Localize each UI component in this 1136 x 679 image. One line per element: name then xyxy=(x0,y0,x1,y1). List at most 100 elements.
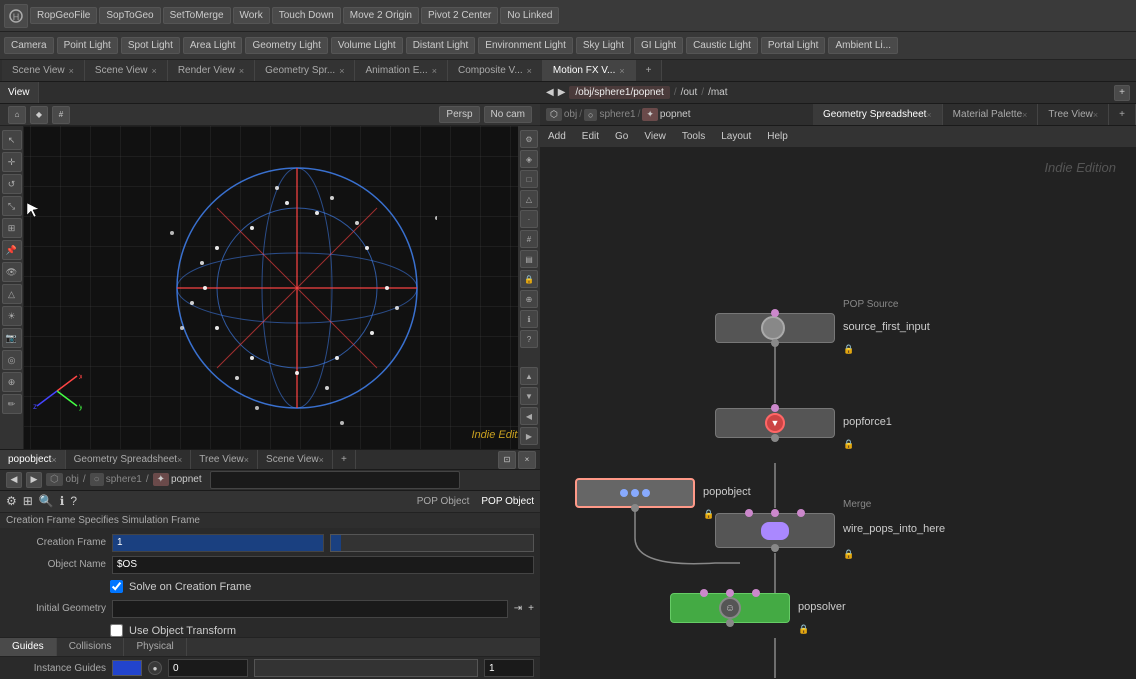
popforce1-output-port[interactable] xyxy=(771,434,779,442)
ng-tab-geosheet[interactable]: Geometry Spreadsheet × xyxy=(813,104,943,125)
nocam-dropdown[interactable]: No cam xyxy=(484,106,532,123)
vrt-grid[interactable]: # xyxy=(520,230,538,248)
merge-input3-port[interactable] xyxy=(797,509,805,517)
instance-guides-end[interactable] xyxy=(484,659,534,677)
portallight-btn[interactable]: Portal Light xyxy=(761,37,826,54)
nodegraph-canvas[interactable]: Indie Edition xyxy=(540,148,1136,679)
menu-go[interactable]: Go xyxy=(615,131,628,142)
bc-sphere1-label[interactable]: sphere1 xyxy=(106,474,142,485)
popobject-output-port[interactable] xyxy=(631,504,639,512)
bc-popnet-label[interactable]: popnet xyxy=(171,474,202,485)
props-match-icon[interactable]: ⊞ xyxy=(23,494,33,508)
instance-guides-dot[interactable]: ● xyxy=(148,661,162,675)
instance-guides-color[interactable] xyxy=(112,660,142,676)
settomerge-btn[interactable]: SetToMerge xyxy=(163,7,231,24)
merge-input2-port[interactable] xyxy=(771,509,779,517)
bottom-close-icon[interactable]: × xyxy=(518,451,536,469)
vrt-resize1[interactable]: ▲ xyxy=(520,367,538,385)
tab-renderview[interactable]: Render View × xyxy=(168,60,255,81)
ng-path-sphere1[interactable]: /obj/sphere1/popnet xyxy=(569,86,669,99)
persp-dropdown[interactable]: Persp xyxy=(439,106,479,123)
nolinked-btn[interactable]: No Linked xyxy=(500,7,559,24)
node-popsource[interactable]: POP Source source_first_input 🔒 xyxy=(715,313,835,343)
bottom-expand-icon[interactable]: ⊡ xyxy=(498,451,516,469)
props-gear-icon[interactable]: ⚙ xyxy=(6,494,17,508)
tab-motionfx[interactable]: Motion FX V... × xyxy=(543,60,636,81)
instance-guides-value[interactable] xyxy=(168,659,248,677)
distantlight-btn[interactable]: Distant Light xyxy=(406,37,476,54)
menu-add[interactable]: Add xyxy=(548,131,566,142)
vrt-lock[interactable]: 🔒 xyxy=(520,270,538,288)
ng-nav-fwd[interactable]: ▶ xyxy=(558,87,566,98)
props-zoom-icon[interactable]: 🔍 xyxy=(39,494,54,508)
tab-btn-physical[interactable]: Physical xyxy=(124,638,186,656)
tab-btn-collisions[interactable]: Collisions xyxy=(57,638,125,656)
popsolver-input2-port[interactable] xyxy=(726,589,734,597)
menu-help[interactable]: Help xyxy=(767,131,788,142)
camera-btn[interactable]: Camera xyxy=(4,37,54,54)
popsolver-input3-port[interactable] xyxy=(752,589,760,597)
touchdown-btn[interactable]: Touch Down xyxy=(272,7,341,24)
envlight-btn[interactable]: Environment Light xyxy=(478,37,573,54)
ng-path-mat[interactable]: /mat xyxy=(708,87,727,98)
ng-bc-sphere1[interactable]: sphere1 xyxy=(599,109,635,120)
tool-light[interactable]: ☀ xyxy=(2,306,22,326)
tab-add[interactable]: + xyxy=(636,60,663,81)
vrt-resize3[interactable]: ◀ xyxy=(520,407,538,425)
ng-tab-matpalette[interactable]: Material Palette × xyxy=(943,104,1039,125)
vrt-particles[interactable]: · xyxy=(520,210,538,228)
creation-frame-slider[interactable] xyxy=(330,534,534,552)
bottom-tab-treeview[interactable]: Tree View × xyxy=(191,450,258,469)
vrt-info[interactable]: ℹ xyxy=(520,310,538,328)
vrt-resize4[interactable]: ▶ xyxy=(520,427,538,445)
tool-select[interactable]: ↖ xyxy=(2,130,22,150)
spotlight-btn[interactable]: Spot Light xyxy=(121,37,180,54)
ng-path-out[interactable]: /out xyxy=(681,87,698,98)
tool-pin[interactable]: 📌 xyxy=(2,240,22,260)
vrt-snap[interactable]: ⊕ xyxy=(520,290,538,308)
ng-nav-back[interactable]: ◀ xyxy=(546,87,554,98)
tool-transform[interactable]: ⊞ xyxy=(2,218,22,238)
props-path-input[interactable] xyxy=(210,471,460,489)
causticlight-btn[interactable]: Caustic Light xyxy=(686,37,758,54)
props-breadcrumb-obj[interactable]: ⬡ obj xyxy=(46,474,79,485)
tab-sceneview2[interactable]: Scene View × xyxy=(85,60,168,81)
vrt-shading[interactable]: □ xyxy=(520,170,538,188)
bottom-tab-sceneview[interactable]: Scene View × xyxy=(258,450,333,469)
ng-add-tab[interactable]: + xyxy=(1114,85,1130,101)
menu-edit[interactable]: Edit xyxy=(582,131,599,142)
move2origin-btn[interactable]: Move 2 Origin xyxy=(343,7,419,24)
viewport-tools-icon[interactable]: ◆ xyxy=(30,106,48,124)
soptogeo-btn[interactable]: SopToGeo xyxy=(99,7,160,24)
tab-btn-guides[interactable]: Guides xyxy=(0,638,57,656)
props-nav-fwd[interactable]: ▶ xyxy=(26,472,42,488)
tool-rotate[interactable]: ↺ xyxy=(2,174,22,194)
tool-snap[interactable]: ⊕ xyxy=(2,372,22,392)
viewport-home-icon[interactable]: ⌂ xyxy=(8,106,26,124)
popsolver-output-port[interactable] xyxy=(726,619,734,627)
vrt-bg[interactable]: ▤ xyxy=(520,250,538,268)
tool-scale[interactable]: ⤡ xyxy=(2,196,22,216)
tool-cam[interactable]: 📷 xyxy=(2,328,22,348)
creation-frame-input[interactable] xyxy=(112,534,324,552)
solve-creation-checkbox[interactable] xyxy=(110,580,123,593)
volumelight-btn[interactable]: Volume Light xyxy=(331,37,403,54)
ng-bc-popnet[interactable]: popnet xyxy=(660,109,691,120)
ng-tab-add[interactable]: + xyxy=(1109,104,1136,125)
menu-layout[interactable]: Layout xyxy=(721,131,751,142)
instance-guides-slider[interactable] xyxy=(254,659,478,677)
vrt-display[interactable]: ◈ xyxy=(520,150,538,168)
viewport-tab-view[interactable]: View xyxy=(0,82,39,103)
vrt-help[interactable]: ? xyxy=(520,330,538,348)
node-merge[interactable]: Merge wire_pops_into_here 🔒 xyxy=(715,513,835,548)
tool-dyn[interactable]: ◎ xyxy=(2,350,22,370)
work-btn[interactable]: Work xyxy=(233,7,270,24)
tool-move[interactable]: ✛ xyxy=(2,152,22,172)
tab-composite[interactable]: Composite V... × xyxy=(448,60,543,81)
bottom-tab-geosheet[interactable]: Geometry Spreadsheet × xyxy=(66,450,192,469)
tab-animeditor[interactable]: Animation E... × xyxy=(355,60,448,81)
popsource-input-port[interactable] xyxy=(771,309,779,317)
pivot2center-btn[interactable]: Pivot 2 Center xyxy=(421,7,498,24)
tool-eye[interactable]: 👁 xyxy=(2,262,22,282)
tool-brush[interactable]: ✏ xyxy=(2,394,22,414)
